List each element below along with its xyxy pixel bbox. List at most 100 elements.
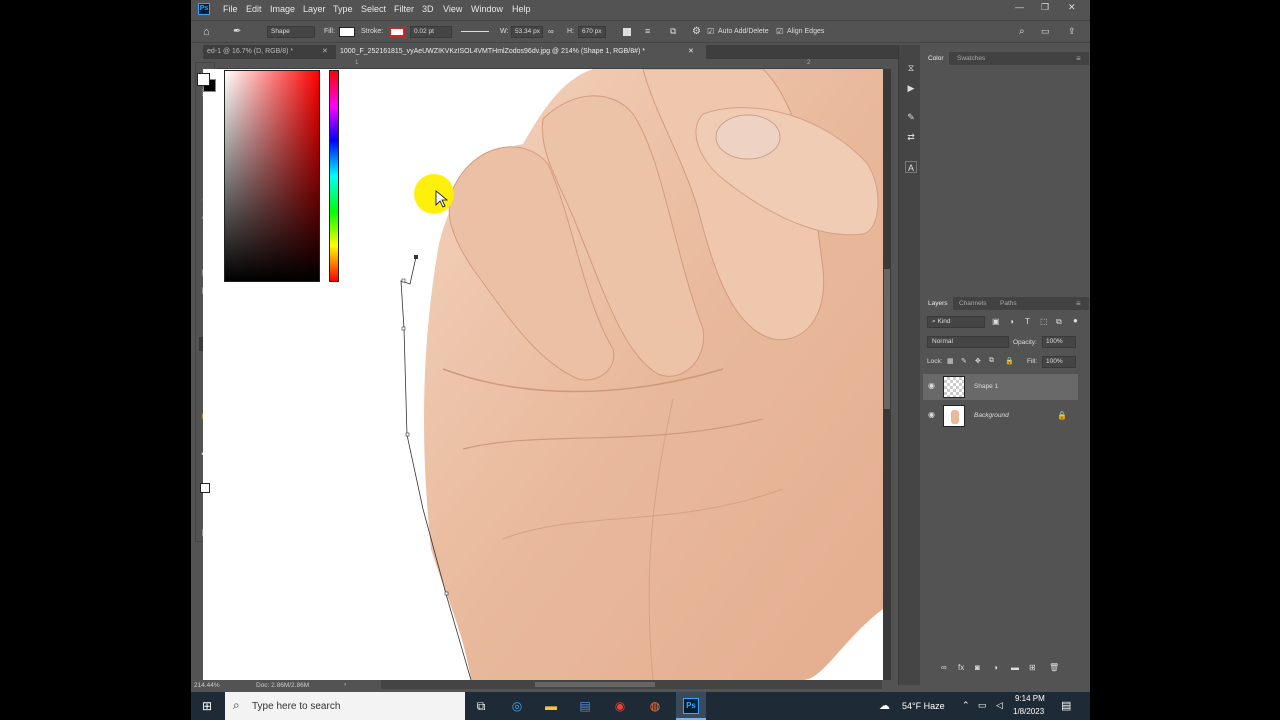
notification-icon[interactable]: ▤ [1061,699,1071,712]
fill-swatch[interactable] [339,27,355,37]
panel-menu-icon[interactable]: ≡ [1076,299,1081,308]
chevron-up-icon[interactable]: ⌃ [962,700,970,711]
lock-image-icon[interactable]: ✎ [961,357,967,365]
close-window-icon[interactable]: ✕ [1068,2,1076,13]
new-group-icon[interactable]: ▬ [1011,663,1019,672]
color-foreground-swatch[interactable] [197,73,210,86]
menu-select[interactable]: Select [361,4,386,14]
notepad-icon[interactable]: ▤ [577,698,593,714]
gear-icon[interactable]: ⚙ [692,26,701,37]
new-layer-icon[interactable]: ⊞ [1029,663,1036,672]
lock-position-icon[interactable]: ✥ [975,357,981,365]
edge-browser-icon[interactable]: ◎ [509,698,525,714]
horizontal-scrollbar[interactable] [345,680,882,689]
filter-pixel-icon[interactable]: ▣ [992,317,1000,326]
tab-current-image[interactable]: 1000_F_252161815_vyAeUWZIKVKzISOL4VMTHml… [336,45,706,59]
opacity-input[interactable]: 100% [1042,336,1076,348]
menu-edit[interactable]: Edit [246,4,262,14]
menu-filter[interactable]: Filter [394,4,414,14]
adjustment-layer-icon[interactable]: ◑ [993,663,998,672]
lock-transparent-icon[interactable]: ▦ [947,357,954,365]
weather-icon[interactable]: ☁ [879,699,890,712]
stroke-width-input[interactable]: 0.02 pt [410,26,452,38]
menu-help[interactable]: Help [512,4,531,14]
pen-tool-icon[interactable]: ✒ [233,26,241,37]
menu-layer[interactable]: Layer [303,4,326,14]
actions-play-icon[interactable]: ▶ [905,82,917,94]
add-mask-icon[interactable]: ◙ [975,663,980,672]
close-tab-icon[interactable]: ✕ [688,45,694,58]
workspace-icon[interactable]: ▭ [1041,26,1050,37]
delete-layer-icon[interactable]: 🗑 [1049,663,1059,672]
foreground-color-swatch[interactable] [200,483,210,493]
zoom-level[interactable]: 214.44% [194,682,220,689]
filter-adjustment-icon[interactable]: ◑ [1009,317,1014,326]
link-layers-icon[interactable]: ∞ [941,663,947,672]
adjust-icon[interactable]: ⇄ [905,131,917,143]
anchor-point[interactable] [405,432,410,437]
filter-kind-select[interactable]: ⌕ Kind [927,316,985,328]
color-picker-field[interactable] [224,70,320,282]
filter-toggle-icon[interactable]: ● [1073,316,1078,325]
lock-artboard-icon[interactable]: ⧉ [989,357,994,365]
menu-view[interactable]: View [443,4,462,14]
layer-style-icon[interactable]: fx [958,663,964,672]
firefox-icon[interactable]: ◍ [647,698,663,714]
file-explorer-icon[interactable]: ▬ [543,698,559,714]
menu-3d[interactable]: 3D [422,4,434,14]
chrome-icon[interactable]: ◉ [612,698,628,714]
blend-mode-select[interactable]: Normal [927,336,1009,348]
anchor-point[interactable] [444,591,449,596]
visibility-eye-icon[interactable]: ◉ [928,382,936,390]
visibility-eye-icon[interactable]: ◉ [928,411,936,419]
scroll-thumb[interactable] [535,682,655,687]
layer-shape-1[interactable]: ◉ Shape 1 [923,374,1078,400]
menu-window[interactable]: Window [471,4,503,14]
path-arrangement-icon[interactable]: ⧉ [670,26,676,37]
menu-image[interactable]: Image [270,4,295,14]
photoshop-taskbar-button[interactable]: Ps [676,692,706,720]
panel-menu-icon[interactable]: ≡ [1076,54,1081,63]
tool-mode-select[interactable]: Shape [267,26,315,38]
filter-type-icon[interactable]: T [1025,317,1030,326]
brush-settings-icon[interactable]: ✎ [905,111,917,123]
filter-smart-object-icon[interactable]: ⧉ [1056,317,1062,327]
vertical-scrollbar[interactable] [883,69,891,680]
clock-time[interactable]: 9:14 PM [1015,694,1045,703]
restore-icon[interactable]: ❐ [1041,2,1049,13]
tab-untitled[interactable]: ed-1 @ 16.7% (D, RGB/8) * ✕ [203,45,333,59]
home-icon[interactable]: ⌂ [203,26,210,38]
menu-type[interactable]: Type [333,4,353,14]
tab-swatches[interactable]: Swatches [952,52,990,65]
path-operations-icon[interactable] [623,28,631,36]
tab-channels[interactable]: Channels [954,297,991,310]
path-alignment-icon[interactable]: ≡ [645,26,650,36]
height-input[interactable]: 670 px [578,26,606,38]
tab-layers[interactable]: Layers [923,297,953,310]
fill-input[interactable]: 100% [1042,356,1076,368]
chevron-right-icon[interactable]: › [344,681,346,688]
history-icon[interactable]: ⧖ [905,62,917,74]
windows-start-icon[interactable]: ⊞ [199,698,215,714]
width-input[interactable]: 53.34 px [511,26,543,38]
tab-paths[interactable]: Paths [995,297,1022,310]
anchor-point[interactable] [401,326,406,331]
tab-color[interactable]: Color [923,52,949,65]
hue-slider[interactable] [329,70,339,282]
lock-all-icon[interactable]: 🔒 [1005,357,1014,365]
stroke-type-line[interactable] [461,31,489,32]
clock-date[interactable]: 1/8/2023 [1013,707,1044,716]
filter-shape-icon[interactable]: ⬚ [1040,317,1048,326]
layer-background[interactable]: ◉ Background 🔒 [923,403,1078,429]
taskbar-search[interactable]: ⌕ Type here to search [225,692,465,720]
menu-file[interactable]: File [223,4,238,14]
volume-icon[interactable]: ◁ [996,700,1003,711]
minimize-icon[interactable]: — [1015,2,1024,12]
auto-add-delete-checkbox[interactable]: ☑ [707,27,714,36]
anchor-point[interactable] [414,255,418,259]
network-icon[interactable]: ▭ [978,700,987,711]
weather-text[interactable]: 54°F Haze [902,701,945,711]
align-edges-checkbox[interactable]: ☑ [776,27,783,36]
scroll-thumb[interactable] [884,269,890,409]
anchor-point[interactable] [401,278,406,283]
